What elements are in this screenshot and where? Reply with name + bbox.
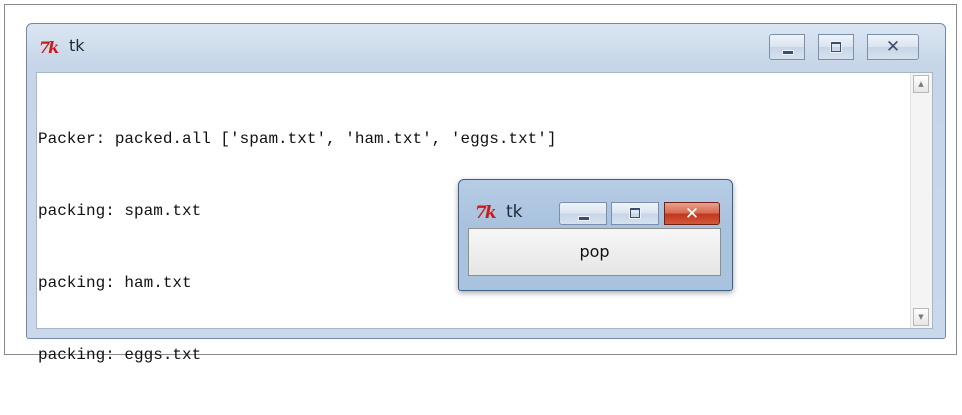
- minimize-icon: [782, 50, 794, 55]
- close-icon: ✕: [885, 37, 901, 57]
- close-button[interactable]: ✕: [867, 34, 919, 60]
- main-window-title: tk: [69, 36, 85, 55]
- vertical-scrollbar[interactable]: ▲ ▼: [910, 73, 932, 328]
- minimize-button[interactable]: [769, 34, 805, 60]
- main-titlebar[interactable]: 7k tk ✕: [27, 24, 945, 72]
- minimize-icon: [578, 216, 590, 221]
- tk-logo-icon: 7k: [39, 38, 59, 57]
- popup-window-title: tk: [506, 202, 523, 222]
- maximize-icon: [831, 42, 841, 52]
- text-line: Packer: packed.all ['spam.txt', 'ham.txt…: [38, 130, 557, 148]
- maximize-icon: [630, 208, 640, 218]
- popup-window: 7k tk ✕ pop: [458, 179, 733, 291]
- scroll-down-icon[interactable]: ▼: [913, 308, 929, 326]
- popup-maximize-button[interactable]: [611, 202, 659, 225]
- popup-close-button[interactable]: ✕: [664, 202, 720, 225]
- maximize-button[interactable]: [818, 34, 854, 60]
- scroll-up-icon[interactable]: ▲: [913, 75, 929, 93]
- popup-minimize-button[interactable]: [559, 202, 607, 225]
- close-icon: ✕: [684, 204, 700, 224]
- tk-logo-icon: 7k: [475, 203, 497, 223]
- pop-button[interactable]: pop: [468, 228, 721, 276]
- text-line: packing: eggs.txt: [38, 346, 202, 364]
